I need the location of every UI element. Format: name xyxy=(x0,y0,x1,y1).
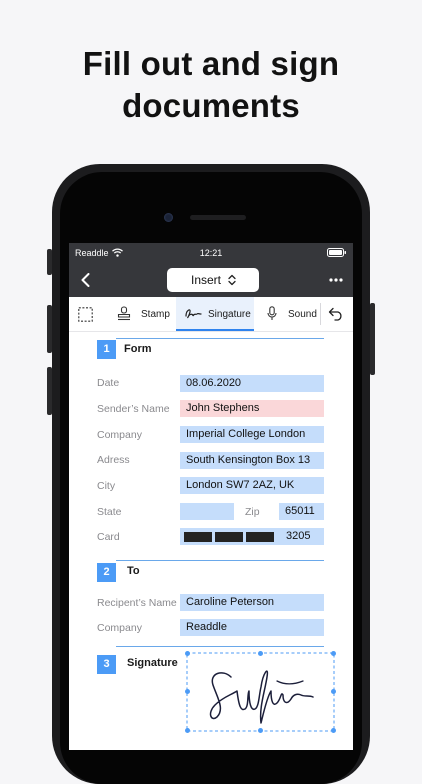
tool-signature-label: Singature xyxy=(208,309,251,320)
resize-handle[interactable] xyxy=(331,728,336,733)
app-screen: Readdle 12:21 Insert Stamp Singature Sou… xyxy=(69,243,353,750)
company-field[interactable]: Imperial College London xyxy=(180,426,324,443)
tool-stamp-label: Stamp xyxy=(141,309,170,320)
sender-name-label: Sender’s Name xyxy=(97,403,170,415)
resize-handle[interactable] xyxy=(331,651,336,656)
signature-icon xyxy=(185,309,202,319)
insert-menu-label: Insert xyxy=(191,273,222,287)
resize-handle[interactable] xyxy=(258,651,263,656)
signature-selection-box[interactable] xyxy=(185,651,336,733)
section-divider xyxy=(116,338,324,339)
insert-toolbar: Stamp Singature Sound xyxy=(69,297,353,332)
mute-switch xyxy=(47,249,52,275)
card-digits-masked xyxy=(246,532,274,542)
chevron-up-down-icon xyxy=(228,274,236,286)
tool-sound-label: Sound xyxy=(288,309,317,320)
resize-handle[interactable] xyxy=(185,728,190,733)
company-label: Company xyxy=(97,429,142,441)
power-button xyxy=(370,303,375,375)
card-digits-masked xyxy=(184,532,212,542)
address-field[interactable]: South Kensington Box 13 xyxy=(180,452,324,469)
section-number: 1 xyxy=(97,340,116,359)
undo-icon[interactable] xyxy=(328,307,344,321)
recipient-name-label: Recipent’s Name xyxy=(97,597,177,609)
section-title: Form xyxy=(124,343,152,355)
resize-handle[interactable] xyxy=(258,728,263,733)
section-title: To xyxy=(127,565,140,577)
recipient-company-field[interactable]: Readdle xyxy=(180,619,324,636)
tool-signature[interactable]: Singature xyxy=(176,297,254,331)
resize-handle[interactable] xyxy=(185,651,190,656)
card-digits-masked xyxy=(215,532,243,542)
card-field[interactable]: 3205 xyxy=(180,528,324,545)
city-field[interactable]: London SW7 2AZ, UK xyxy=(180,477,324,494)
sender-name-field[interactable]: John Stephens xyxy=(180,400,324,417)
nav-bar: Insert xyxy=(69,263,353,297)
section-number: 2 xyxy=(97,563,116,582)
headline-line-2: documents xyxy=(122,87,300,124)
zip-field[interactable]: 65011 xyxy=(279,503,324,520)
date-field[interactable]: 08.06.2020 xyxy=(180,375,324,392)
resize-handle[interactable] xyxy=(331,689,336,694)
toolbar-divider xyxy=(320,303,321,325)
recipient-name-field[interactable]: Caroline Peterson xyxy=(180,594,324,611)
city-label: City xyxy=(97,480,116,492)
insert-menu-button[interactable]: Insert xyxy=(167,268,259,292)
section-number: 3 xyxy=(97,655,116,674)
recipient-company-label: Company xyxy=(97,622,142,634)
front-camera xyxy=(164,213,173,222)
section-divider xyxy=(116,646,324,647)
section-divider xyxy=(116,560,324,561)
card-last-digits: 3205 xyxy=(286,530,311,542)
tool-sound[interactable]: Sound xyxy=(267,305,317,325)
zip-label: Zip xyxy=(245,506,260,518)
stamp-icon xyxy=(117,306,131,321)
more-icon[interactable] xyxy=(329,278,343,282)
battery-icon xyxy=(327,248,346,257)
status-bar: Readdle 12:21 xyxy=(69,243,353,263)
selection-icon[interactable] xyxy=(78,307,93,322)
microphone-icon xyxy=(267,306,277,320)
state-label: State xyxy=(97,506,122,518)
volume-down-button xyxy=(47,367,52,415)
document-page: 1 Form Date 08.06.2020 Sender’s Name Joh… xyxy=(69,332,353,750)
volume-up-button xyxy=(47,305,52,353)
card-label: Card xyxy=(97,531,120,543)
status-time: 12:21 xyxy=(199,248,223,258)
signature-drawing xyxy=(186,652,335,732)
section-title: Signature xyxy=(127,657,178,669)
headline-line-1: Fill out and sign xyxy=(82,45,340,82)
earpiece-speaker xyxy=(190,215,246,220)
address-label: Adress xyxy=(97,454,130,466)
state-field[interactable] xyxy=(180,503,234,520)
date-label: Date xyxy=(97,377,120,389)
back-icon[interactable] xyxy=(81,273,90,287)
resize-handle[interactable] xyxy=(185,689,190,694)
